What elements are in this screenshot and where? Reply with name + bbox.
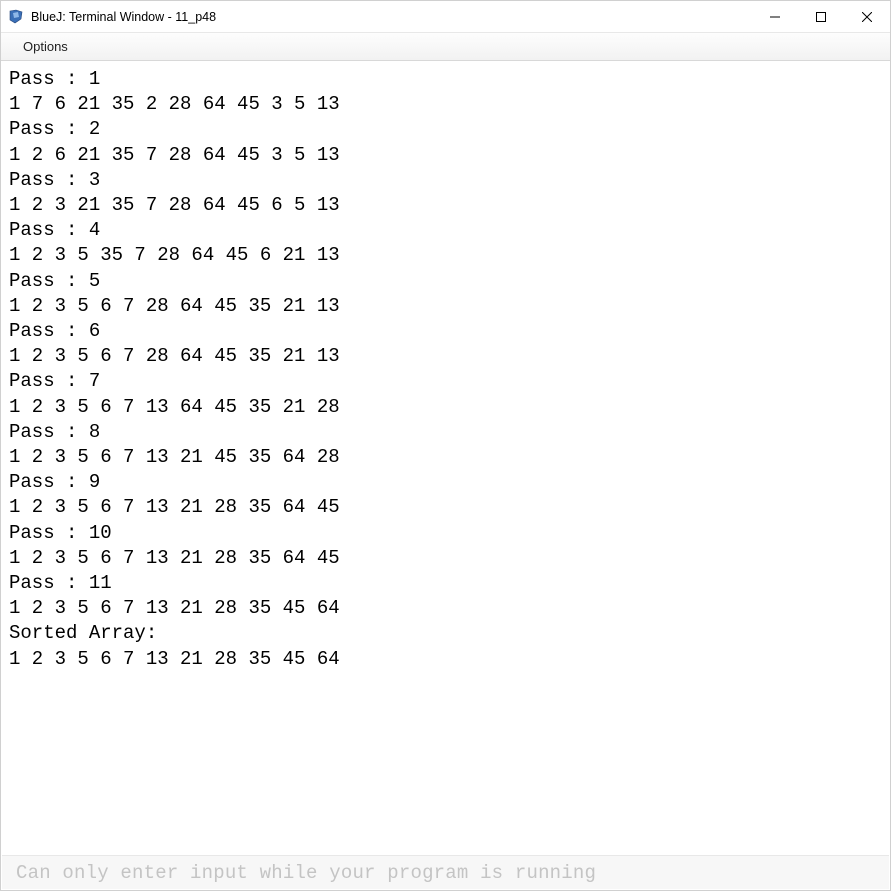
window-controls [752, 1, 890, 32]
input-bar[interactable]: Can only enter input while your program … [2, 855, 889, 889]
bluej-icon [7, 8, 25, 26]
window-root: BlueJ: Terminal Window - 11_p48 Options … [1, 1, 890, 890]
titlebar[interactable]: BlueJ: Terminal Window - 11_p48 [1, 1, 890, 33]
maximize-button[interactable] [798, 1, 844, 32]
minimize-button[interactable] [752, 1, 798, 32]
menu-options[interactable]: Options [15, 36, 76, 57]
window-title: BlueJ: Terminal Window - 11_p48 [31, 10, 216, 24]
menubar: Options [1, 33, 890, 61]
input-placeholder: Can only enter input while your program … [16, 862, 596, 884]
terminal-output: Pass : 1 1 7 6 21 35 2 28 64 45 3 5 13 P… [1, 61, 890, 856]
close-button[interactable] [844, 1, 890, 32]
